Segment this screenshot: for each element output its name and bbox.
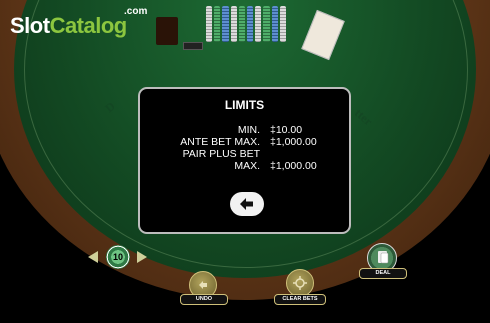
dialog-title: LIMITS: [224, 98, 265, 112]
bet-chip[interactable]: 10: [106, 245, 130, 269]
slotcatalog-logo: SlotCatalog: [10, 13, 127, 38]
clear-bets-label: CLEAR BETS: [274, 294, 326, 305]
limit-value-pair-plus-max: ‡1,000.00: [270, 160, 317, 172]
game-stage: D tter SlotCatalog .com 10 UNDO CLEAR BE…: [0, 0, 490, 323]
logo-suffix: .com: [124, 6, 148, 17]
limit-label-pair-plus: PAIR PLUS BET: [182, 148, 260, 160]
clear-icon: [293, 276, 307, 290]
arrow-left-icon: [240, 198, 253, 210]
limit-label-min: MIN.: [237, 124, 260, 136]
deal-label: DEAL: [359, 268, 407, 279]
clear-bets-button[interactable]: [286, 269, 314, 297]
limit-value-ante-max: ‡1,000.00: [270, 136, 317, 148]
discard-tray: [183, 42, 203, 50]
limit-value-min: ‡10.00: [270, 124, 303, 136]
chip-rack: [206, 6, 287, 42]
chip-decrease-button[interactable]: [88, 251, 98, 263]
chip-increase-button[interactable]: [137, 251, 147, 263]
limits-dialog: LIMITS MIN. ‡10.00 ANTE BET MAX. ‡1,000.…: [138, 87, 351, 234]
back-button[interactable]: [230, 192, 264, 216]
undo-label: UNDO: [180, 294, 228, 305]
card-shoe: [156, 17, 178, 45]
chip-value: 10: [112, 252, 123, 262]
limit-label-pair-plus-max: MAX.: [234, 160, 260, 172]
limit-label-ante-max: ANTE BET MAX.: [180, 136, 260, 148]
